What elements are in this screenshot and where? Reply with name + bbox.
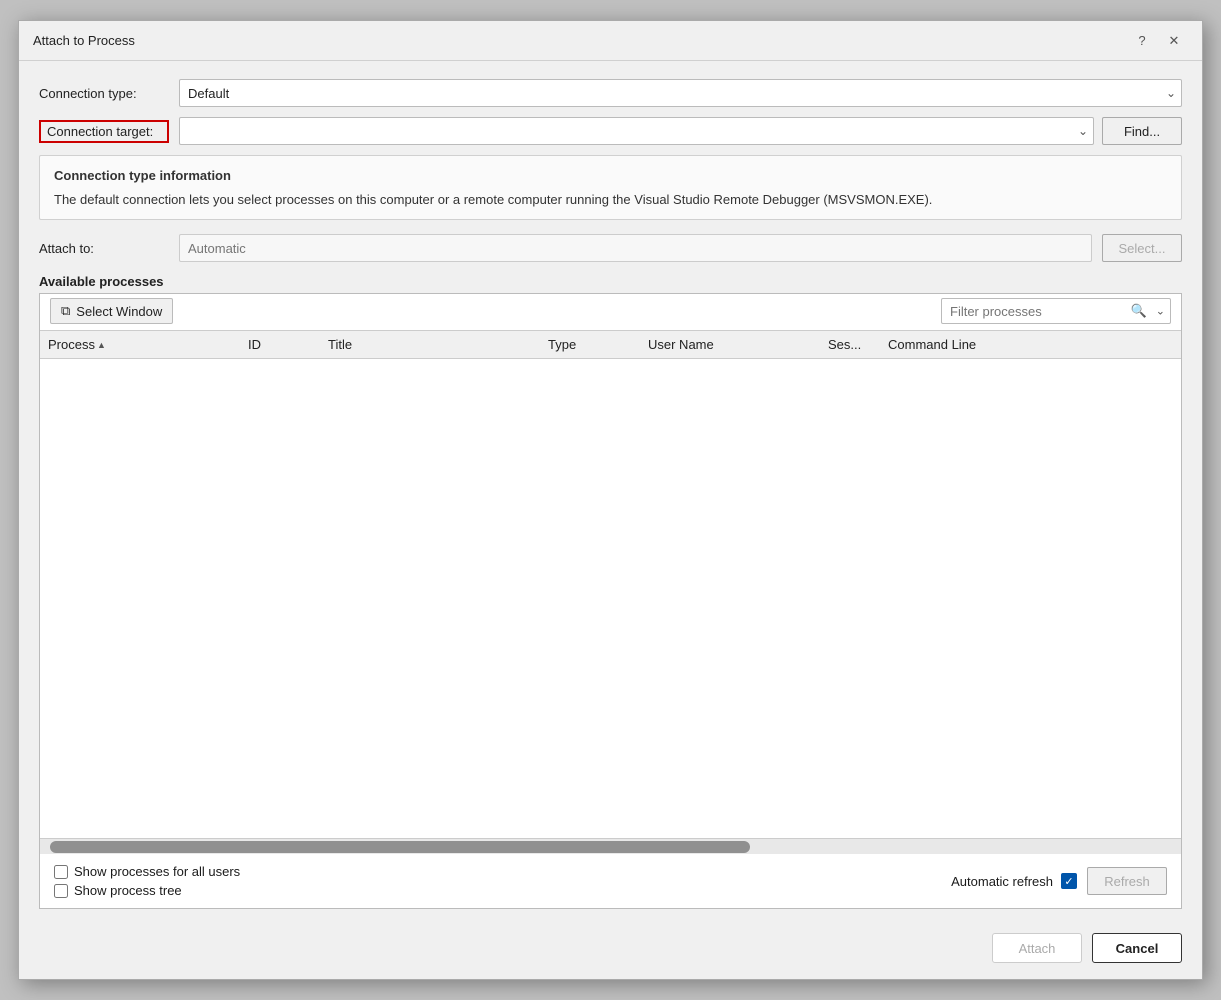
th-title[interactable]: Title	[320, 335, 540, 354]
dialog-body: Connection type: Default ⌄ Connection ta…	[19, 61, 1202, 923]
connection-type-wrapper: Default ⌄	[179, 79, 1182, 107]
attach-to-label: Attach to:	[39, 241, 169, 256]
info-box-text: The default connection lets you select p…	[54, 190, 1167, 210]
select-window-button[interactable]: ⧉ Select Window	[50, 298, 173, 324]
th-username-label: User Name	[648, 337, 714, 352]
th-process-label: Process	[48, 337, 95, 352]
process-toolbar: ⧉ Select Window 🔍 ⌄	[40, 294, 1181, 330]
cancel-button[interactable]: Cancel	[1092, 933, 1182, 963]
th-cmdline-label: Command Line	[888, 337, 976, 352]
auto-refresh-row: Automatic refresh ✓	[951, 873, 1077, 889]
auto-refresh-checkbox[interactable]: ✓	[1061, 873, 1077, 889]
attach-button[interactable]: Attach	[992, 933, 1082, 963]
dialog-title: Attach to Process	[33, 33, 135, 48]
connection-type-label-text: Connection type:	[39, 86, 137, 101]
th-process[interactable]: Process ▲	[40, 335, 240, 354]
connection-type-label: Connection type:	[39, 86, 169, 101]
available-processes-label: Available processes	[39, 274, 1182, 289]
show-process-tree-row: Show process tree	[54, 883, 240, 898]
process-table-body[interactable]	[40, 359, 1181, 838]
horizontal-scrollbar[interactable]	[40, 838, 1181, 854]
bottom-controls: Show processes for all users Show proces…	[40, 854, 1181, 908]
bottom-right: Automatic refresh ✓ Refresh	[951, 867, 1167, 895]
available-processes-section: Available processes ⧉ Select Window 🔍 ⌄	[39, 274, 1182, 909]
connection-info-box: Connection type information The default …	[39, 155, 1182, 220]
th-type[interactable]: Type	[540, 335, 640, 354]
show-all-users-checkbox[interactable]	[54, 865, 68, 879]
refresh-button[interactable]: Refresh	[1087, 867, 1167, 895]
th-ses[interactable]: Ses...	[820, 335, 880, 354]
process-table-container: ⧉ Select Window 🔍 ⌄ Process ▲	[39, 293, 1182, 909]
th-id[interactable]: ID	[240, 335, 320, 354]
th-title-label: Title	[328, 337, 352, 352]
th-cmdline[interactable]: Command Line	[880, 335, 1181, 354]
select-button[interactable]: Select...	[1102, 234, 1182, 262]
select-window-icon: ⧉	[61, 303, 70, 319]
th-id-label: ID	[248, 337, 261, 352]
th-username[interactable]: User Name	[640, 335, 820, 354]
show-all-users-row: Show processes for all users	[54, 864, 240, 879]
info-box-title: Connection type information	[54, 166, 1167, 186]
show-process-tree-checkbox[interactable]	[54, 884, 68, 898]
connection-type-row: Connection type: Default ⌄	[39, 79, 1182, 107]
filter-wrapper: 🔍 ⌄	[941, 298, 1171, 324]
bottom-left: Show processes for all users Show proces…	[54, 864, 240, 898]
show-all-users-label: Show processes for all users	[74, 864, 240, 879]
find-button[interactable]: Find...	[1102, 117, 1182, 145]
title-bar: Attach to Process ? ✕	[19, 21, 1202, 61]
connection-target-input[interactable]	[179, 117, 1094, 145]
connection-target-row: Connection target: ⌄ Find...	[39, 117, 1182, 145]
connection-target-combo-wrapper: ⌄	[179, 117, 1094, 145]
th-ses-label: Ses...	[828, 337, 861, 352]
title-bar-controls: ? ✕	[1128, 27, 1188, 55]
filter-processes-input[interactable]	[941, 298, 1171, 324]
th-type-label: Type	[548, 337, 576, 352]
help-button[interactable]: ?	[1128, 27, 1156, 55]
show-process-tree-label: Show process tree	[74, 883, 182, 898]
scrollbar-thumb	[50, 841, 750, 853]
footer-buttons: Attach Cancel	[19, 923, 1202, 979]
connection-type-select[interactable]: Default	[179, 79, 1182, 107]
select-window-label: Select Window	[76, 304, 162, 319]
attach-to-process-dialog: Attach to Process ? ✕ Connection type: D…	[18, 20, 1203, 980]
connection-target-input-group: ⌄ Find...	[179, 117, 1182, 145]
connection-target-label: Connection target:	[39, 120, 169, 143]
bottom-bar: Show processes for all users Show proces…	[50, 862, 1171, 900]
table-header: Process ▲ ID Title Type User Name	[40, 330, 1181, 359]
close-button[interactable]: ✕	[1160, 27, 1188, 55]
auto-refresh-label: Automatic refresh	[951, 874, 1053, 889]
attach-to-input[interactable]	[179, 234, 1092, 262]
attach-to-row: Attach to: Select...	[39, 234, 1182, 262]
sort-asc-icon: ▲	[97, 340, 106, 350]
